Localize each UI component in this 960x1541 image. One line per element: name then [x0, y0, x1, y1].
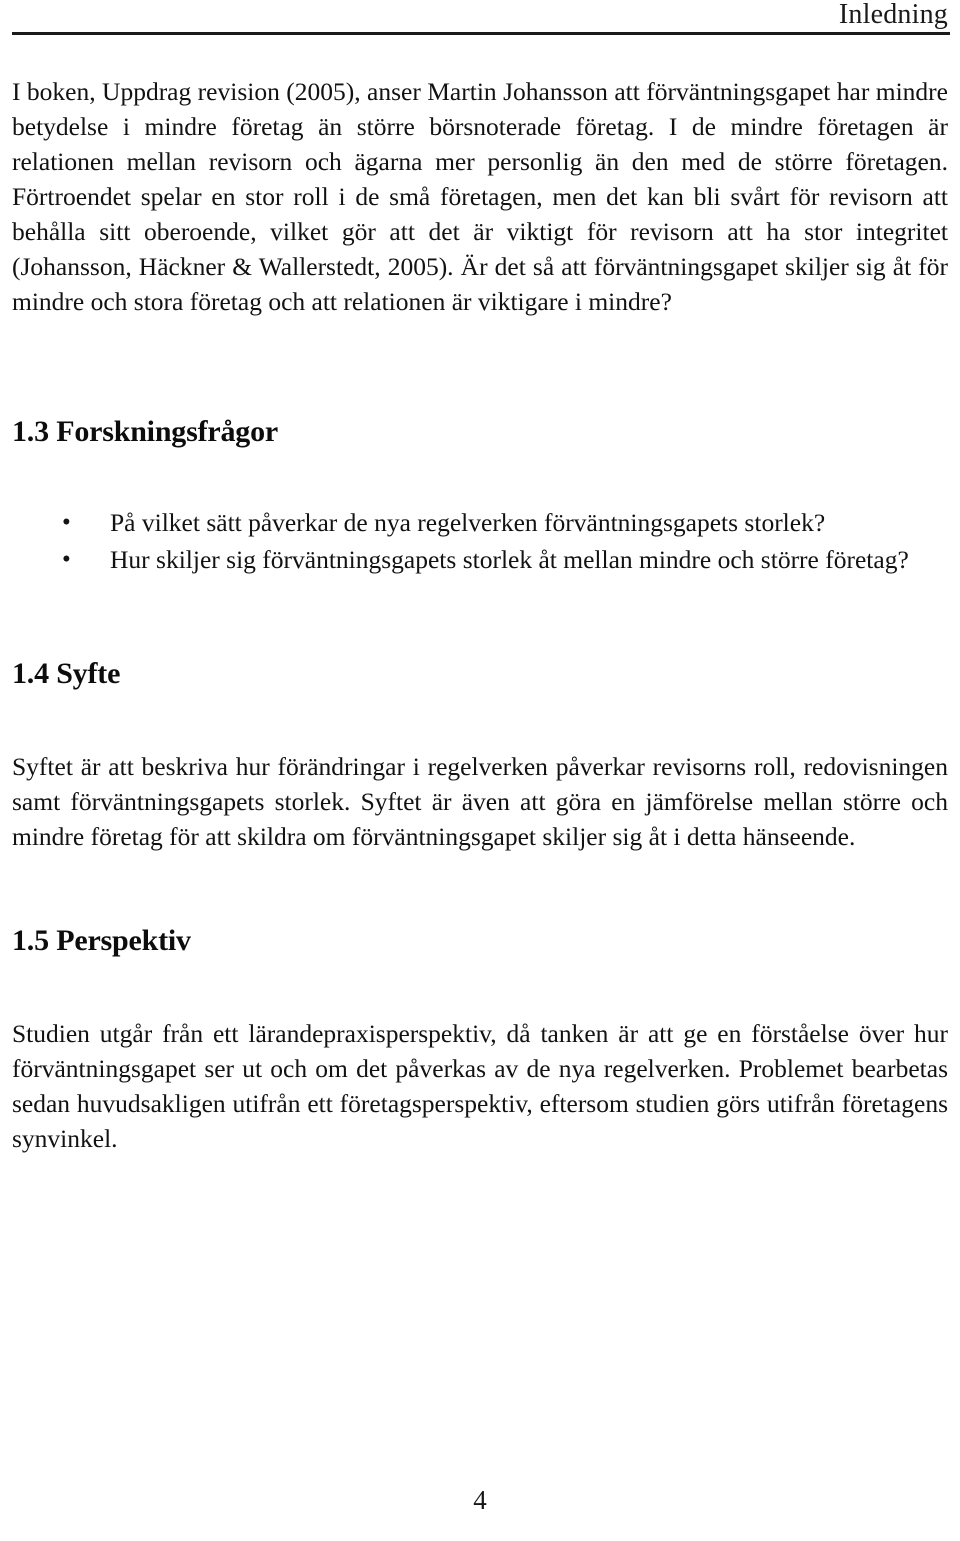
syfte-paragraph: Syftet är att beskriva hur förändringar …	[12, 752, 948, 851]
bullet-icon: •	[62, 546, 71, 573]
list-item-text: Hur skiljer sig förväntningsgapets storl…	[110, 545, 909, 574]
header-divider-rule	[12, 32, 950, 35]
list-item: • Hur skiljer sig förväntningsgapets sto…	[12, 542, 948, 577]
page-content: I boken, Uppdrag revision (2005), anser …	[12, 74, 948, 1156]
research-questions-list: • På vilket sätt påverkar de nya regelve…	[12, 505, 948, 577]
section-heading-forskningsfragor: 1.3 Forskningsfrågor	[12, 415, 279, 448]
page-number: 4	[473, 1485, 487, 1515]
intro-paragraph: I boken, Uppdrag revision (2005), anser …	[12, 77, 948, 316]
running-header-title: Inledning	[838, 0, 948, 30]
running-header: Inledning	[12, 0, 950, 36]
section-heading-perspektiv: 1.5 Perspektiv	[12, 924, 191, 957]
section-heading-syfte: 1.4 Syfte	[12, 657, 121, 690]
page-footer: 4	[0, 1485, 960, 1515]
perspektiv-paragraph: Studien utgår från ett lärandepraxispers…	[12, 1019, 948, 1153]
list-item-text: På vilket sätt påverkar de nya regelverk…	[110, 508, 826, 537]
bullet-icon: •	[62, 509, 71, 536]
list-item: • På vilket sätt påverkar de nya regelve…	[12, 505, 948, 540]
document-page: Inledning I boken, Uppdrag revision (200…	[0, 0, 960, 1541]
